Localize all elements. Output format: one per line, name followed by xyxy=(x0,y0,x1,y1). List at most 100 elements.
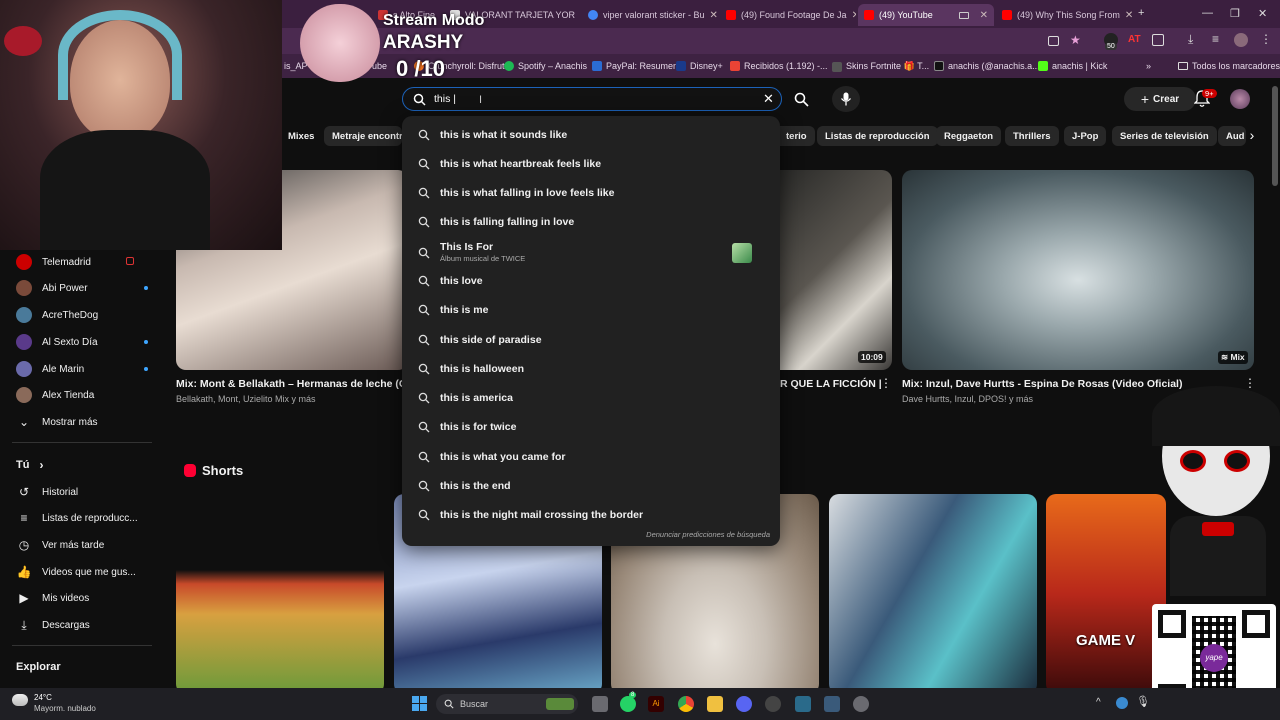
sidebar-you-section[interactable]: Tú › xyxy=(16,454,43,476)
app-icon[interactable] xyxy=(765,696,781,712)
new-tab-icon[interactable]: + xyxy=(1138,7,1144,19)
suggestion-item[interactable]: this is what heartbreak feels like xyxy=(418,151,768,177)
task-view-icon[interactable] xyxy=(592,696,608,712)
bookmark-item[interactable]: Skins Fortnite 🎁 T... xyxy=(832,61,929,72)
video-thumbnail[interactable] xyxy=(902,170,1254,370)
sidebar-item-acrethedog[interactable]: AcreTheDog xyxy=(16,304,98,326)
media-controls-icon[interactable]: ≡ xyxy=(1212,32,1219,46)
chip-thrillers[interactable]: Thrillers xyxy=(1005,126,1059,146)
close-tab-icon[interactable]: ✕ xyxy=(852,10,856,21)
video-channel[interactable]: Dave Hurtts, Inzul, DPOS! y más xyxy=(902,394,1033,404)
suggestion-item[interactable]: this is what it sounds like xyxy=(418,122,768,148)
suggestion-item[interactable]: this is falling falling in love xyxy=(418,209,768,235)
suggestion-item[interactable]: this is for twice xyxy=(418,414,768,440)
tray-overflow-icon[interactable]: ^ xyxy=(1096,697,1101,708)
sidebar-item-liked-videos[interactable]: 👍 Videos que me gus... xyxy=(16,561,136,583)
voice-search-button[interactable] xyxy=(832,86,860,112)
suggestion-item[interactable]: this side of paradise xyxy=(418,327,768,353)
browser-tab-active[interactable]: (49) YouTube ✕ xyxy=(858,4,994,26)
bookmark-item[interactable]: anachis (@anachis.a... xyxy=(934,61,1040,71)
browser-tab[interactable]: (49) Why This Song From ✕ xyxy=(996,4,1132,26)
app-icon[interactable] xyxy=(824,696,840,712)
weather-description[interactable]: Mayorm. nublado xyxy=(34,704,96,713)
all-bookmarks[interactable]: Todos los marcadores xyxy=(1178,61,1280,71)
report-predictions-link[interactable]: Denunciar predicciones de búsqueda xyxy=(646,530,770,539)
show-more-button[interactable]: ⌄ Mostrar más xyxy=(16,411,98,433)
sidebar-item-al-sexto-dia[interactable]: Al Sexto Día xyxy=(16,331,148,353)
video-title[interactable]: Mix: Mont & Bellakath – Hermanas de lech… xyxy=(176,378,404,390)
chip-series[interactable]: Series de televisión xyxy=(1112,126,1217,146)
close-tab-icon[interactable]: ✕ xyxy=(710,10,718,21)
chip-metraje[interactable]: Metraje encontra xyxy=(324,126,402,146)
chip-reggaeton[interactable]: Reggaeton xyxy=(936,126,1002,146)
sidebar-item-telemadrid[interactable]: Telemadrid xyxy=(16,251,134,273)
tray-app-icon[interactable] xyxy=(1116,697,1128,709)
account-avatar[interactable] xyxy=(1230,89,1250,109)
suggestion-item[interactable]: this is halloween xyxy=(418,356,768,382)
clear-search-icon[interactable]: ✕ xyxy=(763,91,774,107)
picture-in-picture-icon[interactable] xyxy=(958,11,969,19)
taskbar-search[interactable]: Buscar xyxy=(436,694,578,714)
discord-icon[interactable] xyxy=(736,696,752,712)
bookmark-item[interactable]: Disney+ xyxy=(676,61,723,71)
close-window-icon[interactable]: ✕ xyxy=(1258,7,1267,20)
short-thumbnail[interactable] xyxy=(176,494,384,694)
video-channel[interactable]: Bellakath, Mont, Uzielito Mix y más xyxy=(176,394,316,404)
bookmark-item[interactable]: Recibidos (1.192) -... xyxy=(730,61,828,71)
suggestion-item[interactable]: this is america xyxy=(418,385,768,411)
sidebar-item-ale-marin[interactable]: Ale Marin xyxy=(16,358,148,380)
suggestion-item[interactable]: this is the end xyxy=(418,473,768,499)
video-thumbnail[interactable] xyxy=(780,170,892,370)
bookmark-item[interactable]: Spotify – Anachis xyxy=(504,61,587,71)
chip-listas[interactable]: Listas de reproducción xyxy=(817,126,938,146)
install-app-icon[interactable] xyxy=(1048,36,1059,46)
suggestion-item[interactable]: this is the night mail crossing the bord… xyxy=(418,502,768,528)
suggestion-item[interactable]: this love xyxy=(418,268,768,294)
video-title[interactable]: R QUE LA FICCIÓN | xyxy=(780,378,882,390)
chip-jpop[interactable]: J-Pop xyxy=(1064,126,1107,146)
suggestion-item[interactable]: this is what falling in love feels like xyxy=(418,180,768,206)
bookmark-item[interactable]: anachis | Kick xyxy=(1038,61,1107,71)
illustrator-icon[interactable]: Ai xyxy=(648,696,664,712)
search-input[interactable]: this | I ✕ xyxy=(402,87,782,111)
browser-tab[interactable]: (49) Found Footage De Ja ✕ xyxy=(720,4,856,26)
browser-tab[interactable]: viper valorant sticker - Bu ✕ xyxy=(582,4,718,26)
sidebar-item-downloads[interactable]: ⤓ Descargas xyxy=(16,614,89,636)
file-explorer-icon[interactable] xyxy=(707,696,723,712)
extensions-puzzle-icon[interactable] xyxy=(1152,34,1164,46)
sidebar-item-alex-tienda[interactable]: Alex Tienda xyxy=(16,384,94,406)
more-menu-icon[interactable]: ⋮ xyxy=(1260,32,1272,46)
sidebar-item-playlists[interactable]: ≡ Listas de reproducc... xyxy=(16,507,137,529)
suggestion-item[interactable]: this is me xyxy=(418,297,768,323)
sidebar-item-history[interactable]: ↺ Historial xyxy=(16,481,78,503)
weather-temperature[interactable]: 24°C xyxy=(34,693,52,702)
sidebar-item-watch-later[interactable]: ◷ Ver más tarde xyxy=(16,534,105,556)
chevron-right-icon[interactable]: › xyxy=(1242,126,1262,146)
restore-icon[interactable]: ❐ xyxy=(1230,7,1240,20)
profile-avatar[interactable] xyxy=(1234,33,1248,47)
video-title[interactable]: Mix: Inzul, Dave Hurtts - Espina De Rosa… xyxy=(902,378,1182,390)
bookmark-item[interactable]: PayPal: Resumen xyxy=(592,61,678,71)
short-thumbnail[interactable] xyxy=(829,494,1037,694)
suggestion-item-album[interactable]: This Is For Álbum musical de TWICE xyxy=(418,238,768,268)
close-tab-icon[interactable]: ✕ xyxy=(1125,10,1132,21)
bookmarks-overflow-icon[interactable]: » xyxy=(1146,61,1151,71)
suggestion-item[interactable]: this is what you came for xyxy=(418,444,768,470)
sidebar-item-abi-power[interactable]: Abi Power xyxy=(16,277,148,299)
whatsapp-icon[interactable] xyxy=(620,696,636,712)
settings-gear-icon[interactable] xyxy=(853,696,869,712)
search-button[interactable] xyxy=(786,87,818,111)
minimize-icon[interactable]: — xyxy=(1202,7,1213,19)
windows-start-icon[interactable] xyxy=(412,696,427,711)
app-icon[interactable] xyxy=(795,696,811,712)
close-tab-icon[interactable]: ✕ xyxy=(980,10,988,21)
extension-icon[interactable]: AT xyxy=(1128,34,1141,45)
chrome-icon[interactable] xyxy=(678,696,694,712)
download-icon[interactable]: ⤓ xyxy=(1188,32,1193,47)
microphone-tray-icon[interactable]: 🎙 xyxy=(1136,695,1150,708)
bookmark-star-icon[interactable]: ★ xyxy=(1070,33,1081,47)
short-thumbnail[interactable]: GAME V xyxy=(1046,494,1166,694)
more-options-icon[interactable]: ⋮ xyxy=(880,376,892,390)
sidebar-item-my-videos[interactable]: ▶ Mis videos xyxy=(16,587,89,609)
create-button[interactable]: + Crear xyxy=(1124,87,1196,111)
